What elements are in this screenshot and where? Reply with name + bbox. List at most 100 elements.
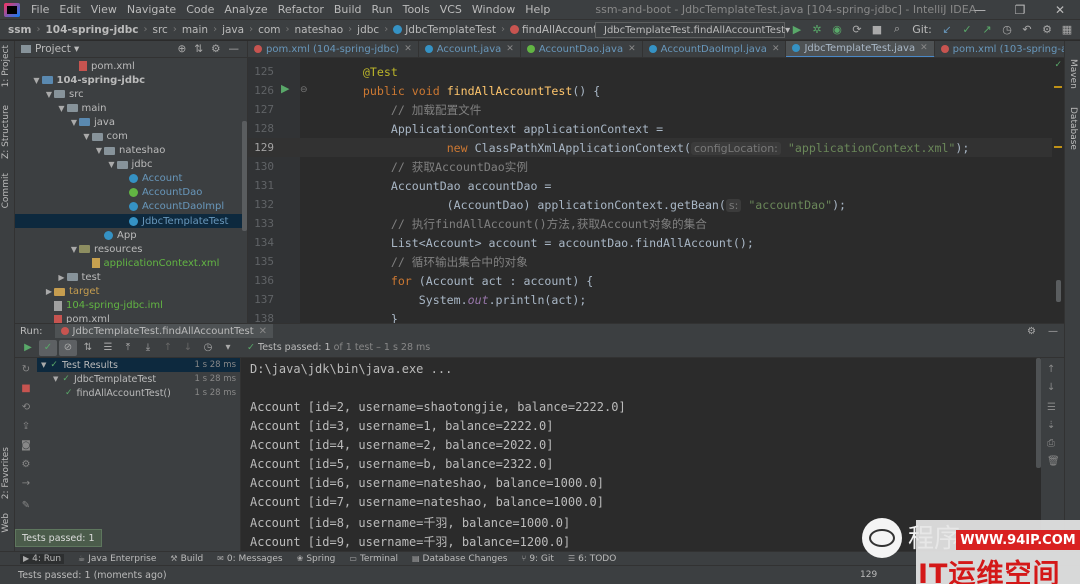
breadcrumb-item[interactable]: jdbc (355, 24, 381, 36)
collapse-all-icon[interactable]: ⤓ (139, 340, 157, 356)
expand-arrow-icon[interactable]: ▼ (32, 76, 42, 85)
hide-icon[interactable]: — (229, 43, 240, 55)
toolwindow-button[interactable]: ⚒ Build (170, 554, 203, 564)
toolwindow-button[interactable]: ☰ 6: TODO (568, 554, 616, 564)
breadcrumb-item[interactable]: main (180, 24, 210, 36)
close-icon[interactable]: ✕ (920, 43, 928, 53)
stop-icon[interactable]: ■ (870, 22, 884, 36)
run-configuration-select[interactable]: JdbcTemplateTest.findAllAccountTest ▾ (595, 22, 790, 38)
previous-icon[interactable]: ↑ (159, 340, 177, 356)
toolwindow-button[interactable]: ⑂ 9: Git (522, 554, 554, 564)
editor-tab[interactable]: AccountDao.java ✕ (521, 41, 643, 57)
git-update-icon[interactable]: ↙ (940, 22, 954, 36)
clear-icon[interactable]: 🗑 (1047, 456, 1060, 467)
history-icon[interactable]: ◷ (1000, 22, 1014, 36)
menu-item-file[interactable]: File (26, 3, 54, 16)
sort-alpha-icon[interactable]: ⇅ (79, 340, 97, 356)
test-tree-item[interactable]: ▼ ✓ JdbcTemplateTest 1 s 28 ms (37, 372, 240, 386)
stop-icon[interactable]: ■ (20, 383, 32, 395)
restore-icon[interactable]: ❐ (1000, 0, 1040, 20)
export-icon[interactable]: ⇪ (20, 421, 32, 433)
locate-icon[interactable]: ⊕ (177, 43, 186, 55)
collapse-arrow-icon[interactable]: ▶ (44, 287, 54, 296)
show-ignored-icon[interactable]: ⊘ (59, 339, 77, 356)
expand-arrow-icon[interactable]: ▼ (107, 160, 117, 169)
breadcrumb-item[interactable]: JdbcTemplateTest (391, 24, 498, 36)
toolwindow-button[interactable]: ▶ 4: Run (20, 553, 65, 564)
run-icon[interactable]: ▶ (790, 22, 804, 36)
menu-item-tools[interactable]: Tools (398, 3, 435, 16)
menu-item-window[interactable]: Window (467, 3, 520, 16)
code-line[interactable]: 138 } (248, 309, 1064, 324)
menu-item-edit[interactable]: Edit (54, 3, 85, 16)
screenshot-icon[interactable]: ◙ (20, 440, 32, 452)
code-line[interactable]: 135 // 循环输出集合中的对象 (248, 252, 1064, 271)
minimize-icon[interactable]: — (960, 0, 1000, 20)
chevron-down-icon[interactable]: ▾ (74, 43, 79, 55)
breadcrumb-item[interactable]: ssm (6, 24, 33, 36)
scrollbar[interactable] (242, 121, 247, 231)
code-line[interactable]: 125 @Test (248, 62, 1064, 81)
menu-item-build[interactable]: Build (329, 3, 367, 16)
breadcrumb-item[interactable]: com (256, 24, 282, 36)
rerun-failed-icon[interactable]: ⟲ (20, 402, 32, 414)
git-commit-icon[interactable]: ✓ (960, 22, 974, 36)
collapse-icon[interactable]: ⇅ (194, 43, 203, 55)
history-icon[interactable]: ◷ (199, 340, 217, 356)
menu-item-vcs[interactable]: VCS (435, 3, 467, 16)
code-line[interactable]: 131 AccountDao accountDao = (248, 176, 1064, 195)
tree-item[interactable]: ▼ src (15, 87, 247, 101)
tree-item[interactable]: applicationContext.xml (15, 256, 247, 270)
breadcrumb-item[interactable]: 104-spring-jdbc (43, 24, 140, 36)
close-icon[interactable]: ✕ (628, 44, 636, 54)
menu-item-run[interactable]: Run (367, 3, 398, 16)
editor-tab[interactable]: pom.xml (103-spring-aop)✕ (935, 41, 1064, 57)
code-line[interactable]: 136 for (Account act : account) { (248, 271, 1064, 290)
warning-marker[interactable] (1054, 146, 1062, 148)
web-tool-tab[interactable]: Web (1, 513, 11, 533)
code-line[interactable]: 130 // 获取AccountDao实例 (248, 157, 1064, 176)
toolwindow-button[interactable]: ✉ 0: Messages (217, 554, 282, 564)
chevron-down-icon[interactable]: ▾ (219, 340, 237, 356)
tree-item[interactable]: 104-spring-jdbc.iml (15, 299, 247, 313)
breadcrumb-item[interactable]: nateshao (293, 24, 346, 36)
editor-tab[interactable]: JdbcTemplateTest.java ✕ (786, 41, 935, 57)
project-view-select[interactable]: Project (35, 43, 71, 55)
tree-item[interactable]: JdbcTemplateTest (15, 214, 247, 229)
expand-arrow-icon[interactable]: ▼ (82, 132, 92, 141)
warning-marker[interactable] (1054, 86, 1062, 88)
menu-item-view[interactable]: View (86, 3, 122, 16)
profile-icon[interactable]: ⟳ (850, 22, 864, 36)
scrollbar[interactable] (1056, 280, 1061, 302)
tree-item[interactable]: ▼ nateshao (15, 144, 247, 158)
close-icon[interactable]: ✕ (404, 44, 412, 54)
expand-arrow-icon[interactable]: ▼ (69, 245, 79, 254)
database-tool-tab[interactable]: Database (1068, 107, 1078, 150)
tree-item[interactable]: ▼ 104-spring-jdbc (15, 73, 247, 87)
soft-wrap-icon[interactable]: ☰ (1047, 402, 1056, 413)
close-icon[interactable]: ✕ (772, 44, 780, 54)
expand-arrow-icon[interactable]: ▼ (53, 375, 58, 383)
expand-arrow-icon[interactable]: ▼ (94, 146, 104, 155)
tree-item[interactable]: pom.xml (15, 59, 247, 73)
login-icon[interactable]: → (20, 478, 32, 490)
tree-item[interactable]: ▼ main (15, 101, 247, 115)
code-line[interactable]: 129 new ClassPathXmlApplicationContext(c… (248, 138, 1064, 157)
code-editor[interactable]: 125 @Test 126 public void findAllAccountT… (248, 58, 1064, 323)
code-line[interactable]: 126 public void findAllAccountTest() { (248, 81, 1064, 100)
down-icon[interactable]: ↓ (1047, 382, 1055, 393)
toolwindow-button[interactable]: ▭ Terminal (349, 554, 398, 564)
show-passed-icon[interactable]: ✓ (39, 339, 57, 356)
structure-tool-tab[interactable]: Z: Structure (1, 105, 11, 159)
tree-item[interactable]: pom.xml (15, 313, 247, 323)
code-line[interactable]: 133 // 执行findAllAccount()方法,获取Account对象的… (248, 214, 1064, 233)
editor-tab[interactable]: Account.java ✕ (419, 41, 521, 57)
debug-icon[interactable]: ✲ (810, 22, 824, 36)
expand-arrow-icon[interactable]: ▼ (41, 361, 46, 369)
menu-item-code[interactable]: Code (181, 3, 219, 16)
gear-icon[interactable]: ⚙ (211, 43, 220, 55)
expand-arrow-icon[interactable]: ▼ (57, 104, 67, 113)
tree-item[interactable]: AccountDaoImpl (15, 200, 247, 214)
caret-position[interactable]: 129 (860, 570, 877, 580)
tree-item[interactable]: ▶ target (15, 285, 247, 299)
